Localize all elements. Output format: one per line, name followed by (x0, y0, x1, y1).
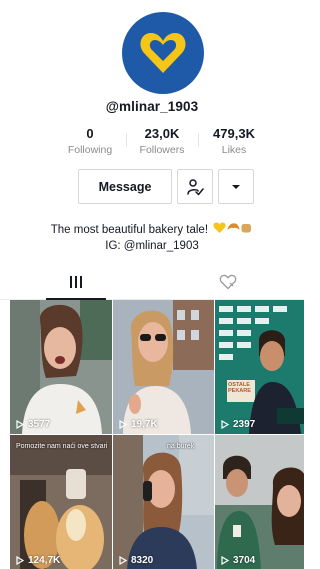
bio-instagram: IG: @mlinar_1903 (105, 240, 199, 252)
username: @mlinar_1903 (105, 99, 199, 114)
play-icon (16, 556, 24, 565)
profile-avatar[interactable] (122, 12, 204, 94)
video-thumbnail-image (215, 300, 304, 434)
likes-stat: 479,3K Likes (198, 126, 270, 160)
play-icon (16, 420, 24, 429)
followers-stat[interactable]: 23,0K Followers (126, 126, 198, 160)
caret-down-icon (232, 184, 240, 189)
play-icon (221, 420, 229, 429)
bio-text: The most beautiful bakery tale! (50, 224, 209, 237)
overlay-label: OSTALE PEKARE (228, 382, 251, 394)
view-count: 19,7K (119, 419, 158, 430)
profile-tabs (0, 264, 304, 300)
following-status-button[interactable] (177, 169, 213, 204)
tab-liked[interactable] (152, 264, 304, 299)
view-count-text: 3577 (28, 419, 51, 430)
bio-emojis (213, 221, 253, 239)
following-label: Following (67, 144, 113, 156)
following-stat[interactable]: 0 Following (54, 126, 126, 160)
likes-label: Likes (221, 144, 247, 156)
view-count: 3704 (221, 555, 255, 566)
profile-bio: The most beautiful bakery tale! IG: @mli… (0, 221, 304, 254)
followers-label: Followers (139, 144, 185, 156)
view-count-text: 8320 (131, 555, 154, 566)
yellow-heart-icon (213, 222, 226, 233)
bread-icon (241, 224, 252, 233)
heart-logo-icon (140, 33, 186, 73)
video-thumbnail[interactable]: Pomozite nam naći ove stvari 124,7K (10, 435, 112, 569)
view-count: 3577 (16, 419, 50, 430)
video-thumbnail[interactable]: 3577 (10, 300, 112, 434)
liked-icon (219, 274, 237, 289)
video-thumbnail-image (215, 435, 304, 569)
play-icon (119, 420, 127, 429)
video-grid: 3577 19,7K OSTALE PEKARE 2397 Pomozite n… (10, 300, 304, 569)
video-caption: Pomozite nam naći ove stvari (16, 443, 108, 450)
play-icon (119, 556, 127, 565)
view-count: 124,7K (16, 555, 60, 566)
video-thumbnail[interactable]: OSTALE PEKARE 2397 (215, 300, 304, 434)
message-button[interactable]: Message (78, 169, 172, 204)
video-thumbnail[interactable]: 3704 (215, 435, 304, 569)
video-caption: na burek (167, 443, 195, 450)
more-options-button[interactable] (218, 169, 254, 204)
video-thumbnail-image (113, 300, 214, 434)
view-count-text: 3704 (233, 555, 256, 566)
followers-count: 23,0K (144, 126, 180, 141)
play-icon (221, 556, 229, 565)
video-thumbnail-image (113, 435, 214, 569)
profile-actions: Message (78, 169, 254, 204)
following-count: 0 (86, 126, 94, 141)
video-thumbnail[interactable]: na burek 8320 (113, 435, 214, 569)
profile-stats: 0 Following 23,0K Followers 479,3K Likes (54, 126, 270, 160)
view-count-text: 19,7K (131, 419, 158, 430)
user-check-icon (187, 178, 204, 195)
grid-icon (70, 275, 82, 288)
tab-videos[interactable] (0, 264, 152, 300)
croissant-icon (227, 223, 240, 230)
likes-count: 479,3K (213, 126, 255, 141)
view-count-text: 2397 (233, 419, 256, 430)
video-thumbnail-image (10, 300, 112, 434)
video-thumbnail[interactable]: 19,7K (113, 300, 214, 434)
view-count: 2397 (221, 419, 255, 430)
video-thumbnail-image (10, 435, 112, 569)
view-count-text: 124,7K (28, 555, 61, 566)
view-count: 8320 (119, 555, 153, 566)
